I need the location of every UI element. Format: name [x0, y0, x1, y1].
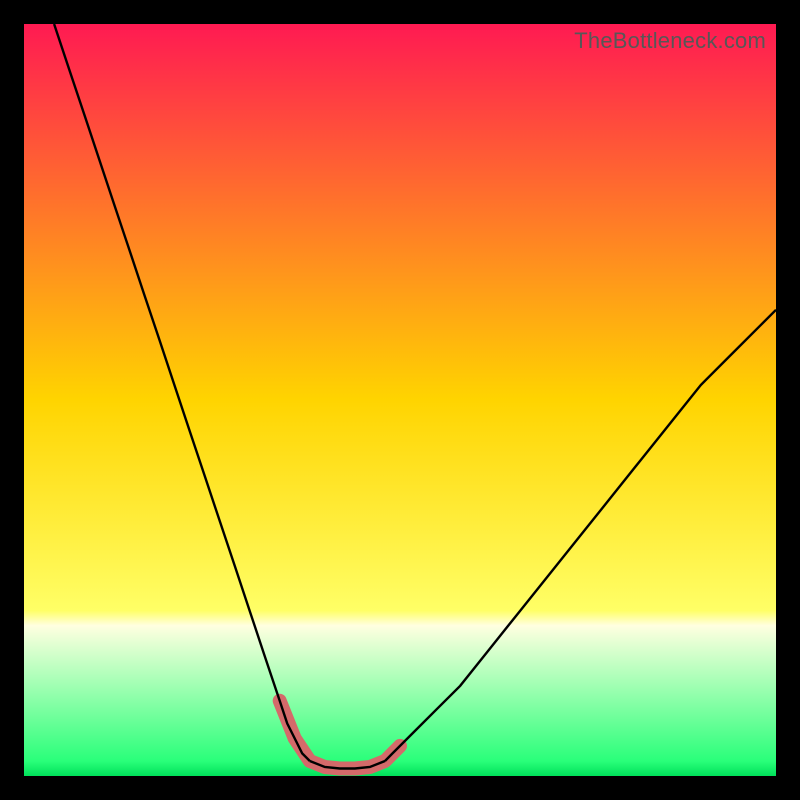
heatmap-background [24, 24, 776, 776]
watermark-text: TheBottleneck.com [574, 28, 766, 54]
chart-svg [24, 24, 776, 776]
chart-frame: TheBottleneck.com [24, 24, 776, 776]
